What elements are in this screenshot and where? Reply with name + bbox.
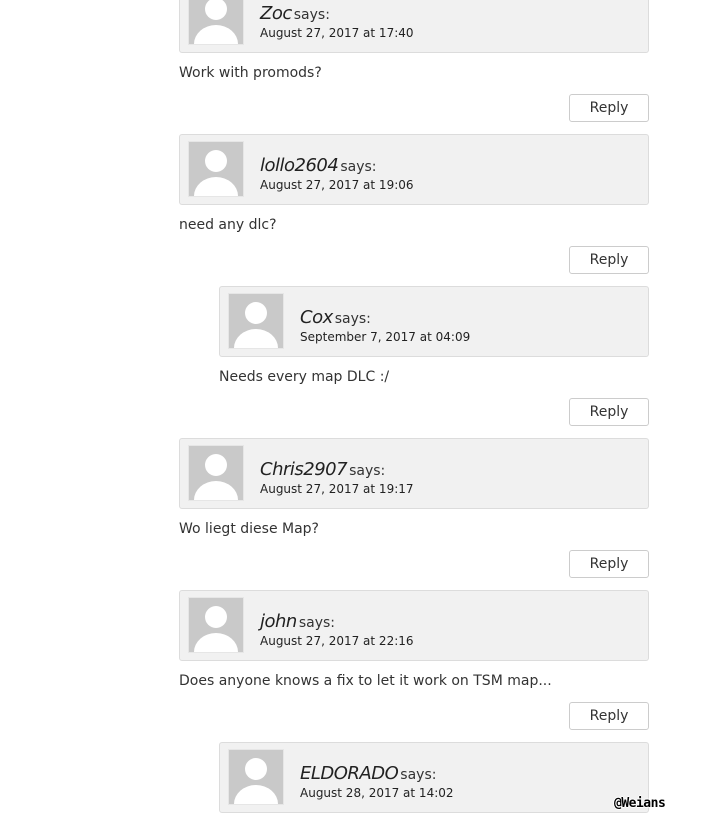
default-avatar-icon xyxy=(194,454,238,500)
author-name[interactable]: john xyxy=(260,611,297,632)
avatar xyxy=(188,0,244,45)
author-name[interactable]: Chris2907 xyxy=(260,459,348,480)
comment-meta: Zoc says: August 27, 2017 at 17:40 xyxy=(179,0,649,53)
default-avatar-icon xyxy=(194,150,238,196)
comment-date[interactable]: August 27, 2017 at 19:17 xyxy=(260,482,414,496)
avatar xyxy=(228,293,284,349)
comment-date[interactable]: September 7, 2017 at 04:09 xyxy=(300,330,470,344)
reply-button[interactable]: Reply xyxy=(569,246,649,274)
says-label: says: xyxy=(334,311,371,327)
comment-date[interactable]: August 27, 2017 at 17:40 xyxy=(260,26,414,40)
avatar xyxy=(188,445,244,501)
comment-text: need any dlc? xyxy=(179,217,277,233)
says-label: says: xyxy=(400,767,437,783)
says-label: says: xyxy=(293,7,330,23)
comment-author: Zoc says: xyxy=(260,3,330,24)
watermark: @Weians xyxy=(614,796,666,811)
comment-meta: Chris2907 says: August 27, 2017 at 19:17 xyxy=(179,438,649,509)
comment-text: Work with promods? xyxy=(179,65,322,81)
default-avatar-icon xyxy=(234,758,278,804)
default-avatar-icon xyxy=(194,0,238,44)
says-label: says: xyxy=(298,615,336,631)
reply-button[interactable]: Reply xyxy=(569,550,649,578)
comment-date[interactable]: August 27, 2017 at 19:06 xyxy=(260,178,414,192)
comment-text: Wo liegt diese Map? xyxy=(179,521,319,537)
says-label: says: xyxy=(340,159,377,175)
author-name[interactable]: Cox xyxy=(300,307,333,328)
reply-button[interactable]: Reply xyxy=(569,94,649,122)
comment-date[interactable]: August 27, 2017 at 22:16 xyxy=(260,634,414,648)
comment-date[interactable]: August 28, 2017 at 14:02 xyxy=(300,786,454,800)
author-name[interactable]: ELDORADO xyxy=(300,763,399,784)
author-name[interactable]: Zoc xyxy=(260,3,292,24)
avatar xyxy=(188,597,244,653)
says-label: says: xyxy=(349,463,386,479)
comment-author: john says: xyxy=(260,611,335,632)
comment-meta: lollo2604 says: August 27, 2017 at 19:06 xyxy=(179,134,649,205)
default-avatar-icon xyxy=(194,606,238,652)
reply-button[interactable]: Reply xyxy=(569,702,649,730)
comment-meta: ELDORADO says: August 28, 2017 at 14:02 xyxy=(219,742,649,813)
comment-author: lollo2604 says: xyxy=(260,155,377,176)
comment-meta: john says: August 27, 2017 at 22:16 xyxy=(179,590,649,661)
comment-meta: Cox says: September 7, 2017 at 04:09 xyxy=(219,286,649,357)
comment-author: Chris2907 says: xyxy=(260,459,385,480)
comment-author: Cox says: xyxy=(300,307,371,328)
avatar xyxy=(188,141,244,197)
comment-text: Does anyone knows a fix to let it work o… xyxy=(179,673,552,689)
comment-author: ELDORADO says: xyxy=(300,763,436,784)
default-avatar-icon xyxy=(234,302,278,348)
comment-text: Needs every map DLC :/ xyxy=(219,369,390,385)
avatar xyxy=(228,749,284,805)
author-name[interactable]: lollo2604 xyxy=(260,155,339,176)
reply-button[interactable]: Reply xyxy=(569,398,649,426)
